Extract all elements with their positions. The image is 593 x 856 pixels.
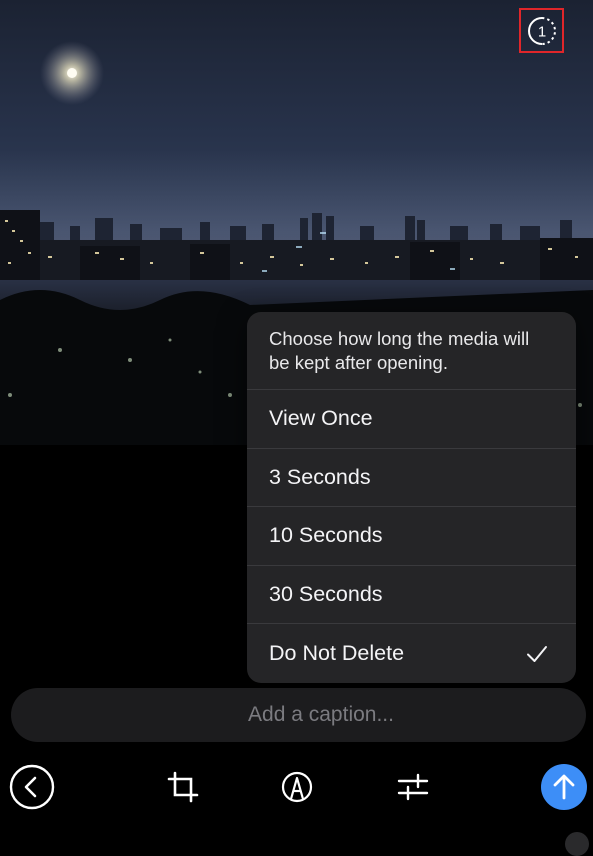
timer-option-10-seconds[interactable]: 10 Seconds — [247, 507, 576, 566]
chevron-left-icon — [9, 764, 55, 810]
timer-option-label: 10 Seconds — [269, 523, 383, 548]
sliders-icon — [397, 773, 429, 801]
back-button[interactable] — [9, 764, 55, 810]
caption-bar — [11, 688, 586, 742]
timer-option-label: 30 Seconds — [269, 582, 383, 607]
adjust-button[interactable] — [392, 766, 434, 808]
crop-button[interactable] — [162, 766, 204, 808]
crop-icon — [167, 771, 199, 803]
timer-option-30-seconds[interactable]: 30 Seconds — [247, 566, 576, 625]
home-indicator-dot — [565, 832, 589, 856]
arrow-up-icon — [553, 774, 575, 800]
markup-pen-icon — [281, 771, 313, 803]
markup-button[interactable] — [276, 766, 318, 808]
timer-option-do-not-delete[interactable]: Do Not Delete — [247, 624, 576, 683]
timer-option-3-seconds[interactable]: 3 Seconds — [247, 449, 576, 508]
self-destruct-timer-menu: Choose how long the media will be kept a… — [247, 312, 576, 683]
self-destruct-timer-button[interactable]: 1 — [519, 8, 564, 53]
timer-glyph: 1 — [537, 23, 545, 40]
timer-option-view-once[interactable]: View Once — [247, 390, 576, 449]
checkmark-icon — [527, 645, 547, 662]
timer-once-icon: 1 — [527, 16, 556, 45]
caption-input[interactable] — [161, 688, 481, 742]
timer-menu-description: Choose how long the media will be kept a… — [247, 312, 576, 390]
send-button[interactable] — [541, 764, 587, 810]
timer-option-label: Do Not Delete — [269, 641, 405, 666]
timer-option-label: 3 Seconds — [269, 464, 371, 489]
timer-option-label: View Once — [269, 406, 373, 431]
